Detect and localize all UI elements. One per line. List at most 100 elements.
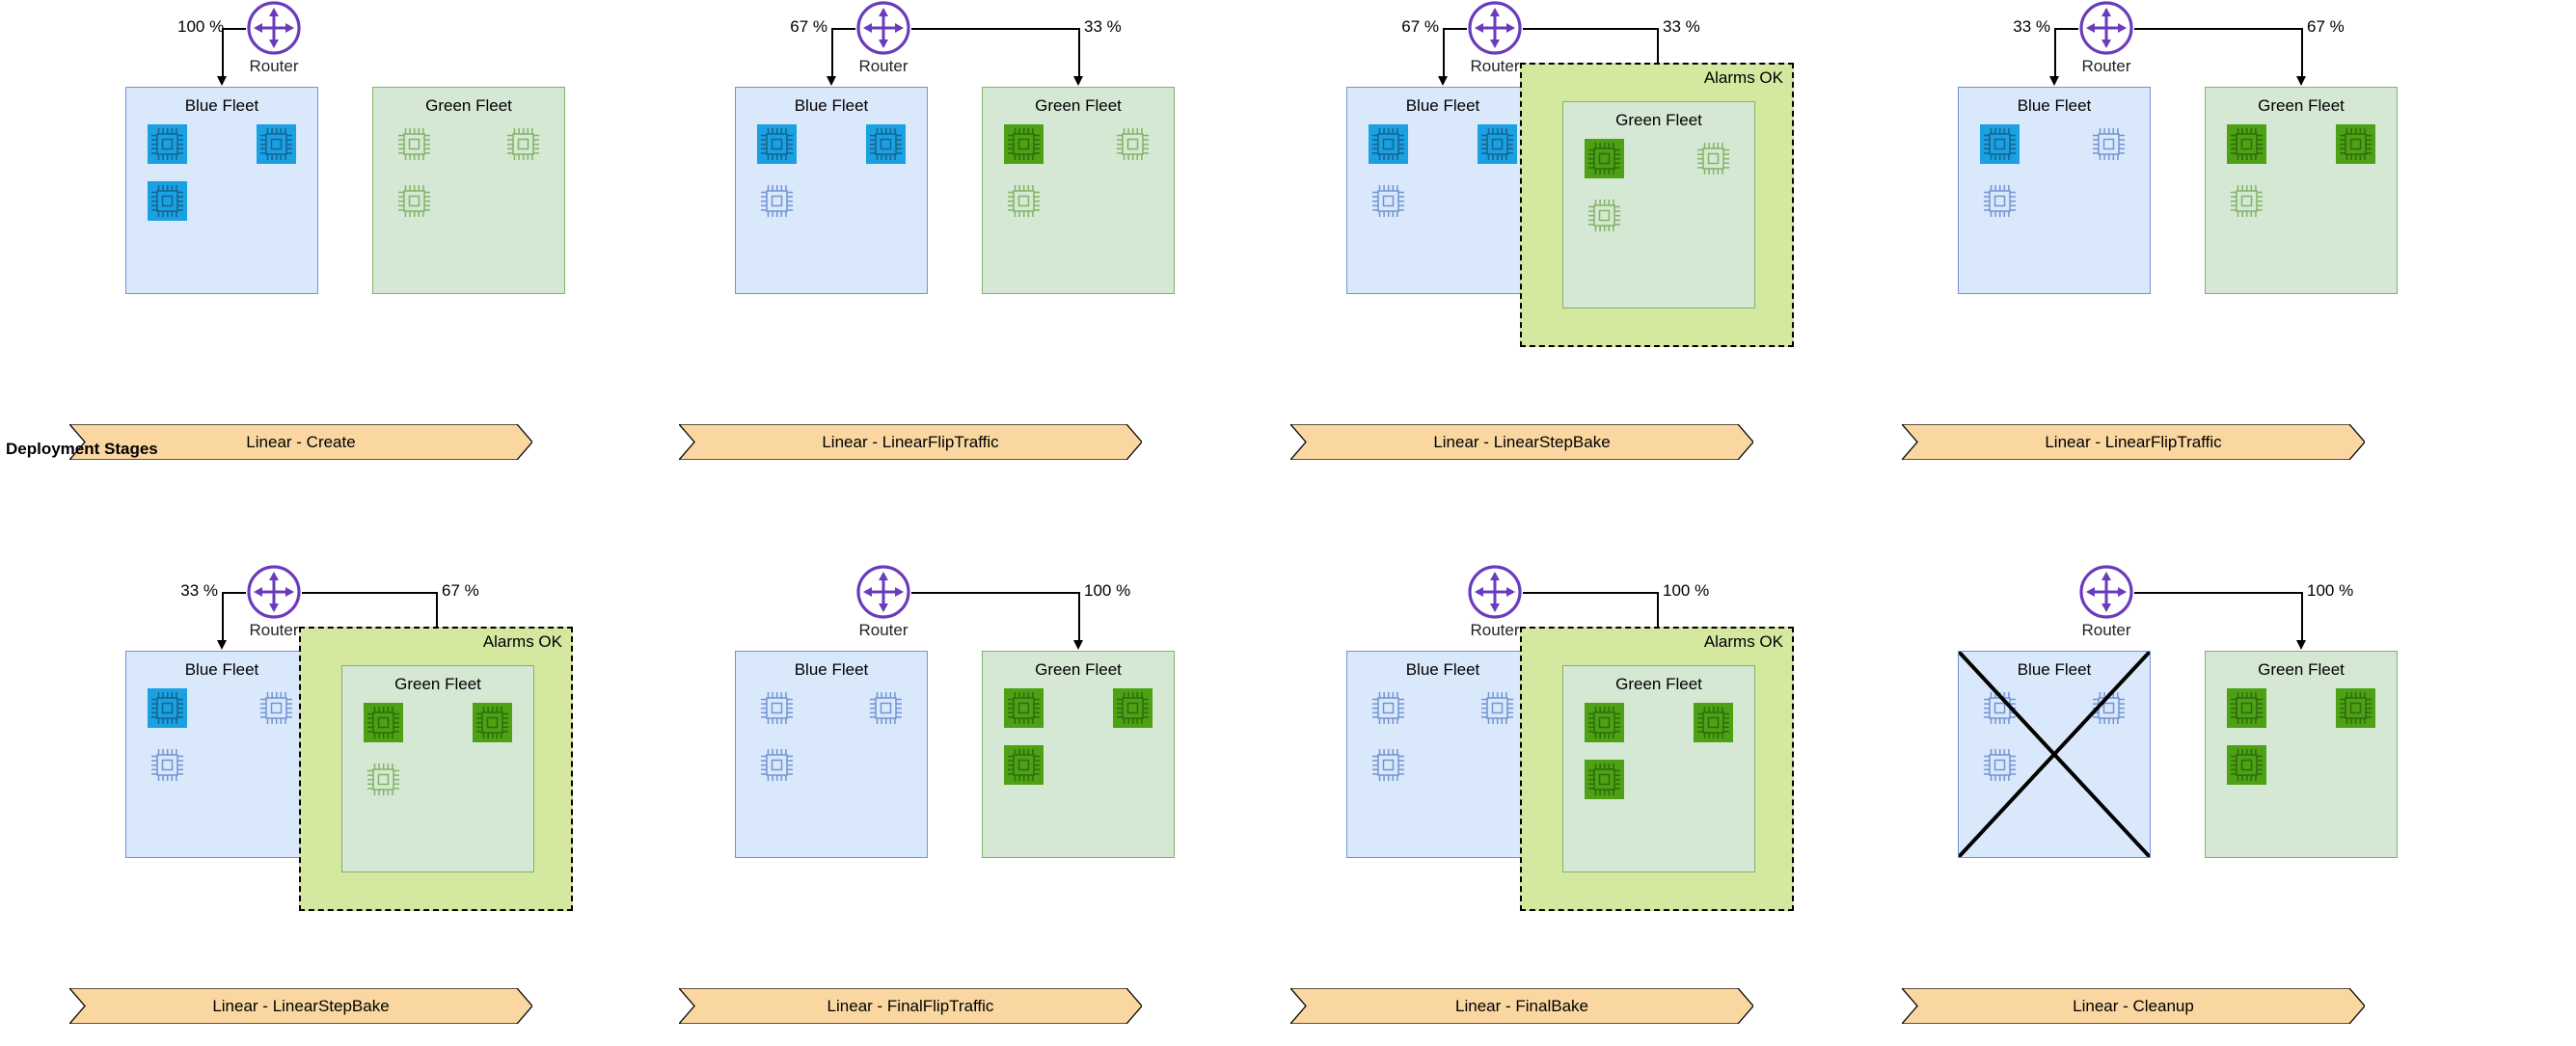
chip-row (1585, 196, 1733, 235)
green-chip-3[interactable] (364, 760, 403, 799)
green-chip-1[interactable] (394, 124, 434, 164)
blue-chip-3[interactable] (1369, 181, 1408, 221)
green-chip-3[interactable] (1585, 760, 1624, 799)
blue-chip-3[interactable] (1980, 745, 2020, 785)
stage-banner[interactable]: Linear - LinearStepBake (69, 988, 532, 1024)
blue-chip-1[interactable] (1369, 688, 1408, 728)
blue-chip-3[interactable] (148, 181, 187, 221)
router-node[interactable]: Router (2078, 564, 2134, 639)
green-chip-2[interactable] (1113, 688, 1152, 728)
router-node[interactable]: Router (246, 564, 302, 639)
green-chip-2[interactable] (2336, 688, 2375, 728)
blue-chip-2[interactable] (257, 124, 296, 164)
blue-chip-3[interactable] (1980, 181, 2020, 221)
green-fleet-box[interactable]: Green Fleet (982, 651, 1175, 858)
blue-fleet-box[interactable]: Blue Fleet (1346, 651, 1539, 858)
green-chip-2[interactable] (473, 703, 512, 742)
green-arrowhead (2296, 640, 2306, 650)
blue-fleet-box[interactable]: Blue Fleet (1346, 87, 1539, 294)
cpu-chip-icon (398, 185, 430, 217)
blue-chip-3[interactable] (1369, 745, 1408, 785)
stage-label: Linear - LinearStepBake (1433, 432, 1611, 451)
blue-fleet-box[interactable]: Blue Fleet (1958, 87, 2151, 294)
green-fleet-box[interactable]: Green Fleet (2205, 87, 2398, 294)
router-node[interactable]: Router (855, 564, 911, 639)
green-fleet-box[interactable]: Green Fleet (1562, 665, 1755, 872)
blue-chip-3[interactable] (757, 745, 797, 785)
green-chip-1[interactable] (1004, 124, 1044, 164)
cpu-chip-icon (473, 703, 512, 742)
green-chip-3[interactable] (2227, 181, 2266, 221)
blue-fleet-box[interactable]: Blue Fleet (735, 87, 928, 294)
stage-banner[interactable]: Linear - LinearFlipTraffic (1902, 424, 2365, 460)
green-fleet-box[interactable]: Green Fleet (372, 87, 565, 294)
green-chip-1[interactable] (2227, 688, 2266, 728)
router-four-way-arrow-icon (247, 565, 301, 619)
green-chip-2[interactable] (503, 124, 543, 164)
blue-arrowhead (217, 76, 227, 86)
green-chip-1[interactable] (364, 703, 403, 742)
blue-fleet-box[interactable]: Blue Fleet (125, 87, 318, 294)
green-fleet-box[interactable]: Green Fleet (982, 87, 1175, 294)
green-chip-1[interactable] (1004, 688, 1044, 728)
green-chip-3[interactable] (2227, 745, 2266, 785)
blue-chip-3[interactable] (757, 181, 797, 221)
blue-fleet-box[interactable]: Blue Fleet (1958, 651, 2151, 858)
chip-row (1004, 124, 1152, 164)
blue-chip-2[interactable] (257, 688, 296, 728)
chip-row (148, 124, 296, 164)
green-chip-1[interactable] (2227, 124, 2266, 164)
blue-fleet-box[interactable]: Blue Fleet (125, 651, 318, 858)
stage-banner[interactable]: Linear - FinalFlipTraffic (679, 988, 1142, 1024)
router-node[interactable]: Router (1467, 0, 1523, 75)
blue-chip-2[interactable] (1478, 688, 1517, 728)
stage-row-2: Router 33 % 67 % Blue Fleet Alarms OK Gr… (0, 564, 2576, 1046)
blue-chip-3[interactable] (148, 745, 187, 785)
router-node[interactable]: Router (2078, 0, 2134, 75)
green-chip-2[interactable] (1113, 124, 1152, 164)
green-fleet-box[interactable]: Green Fleet (1562, 101, 1755, 308)
chip-row (757, 688, 906, 728)
blue-chip-1[interactable] (757, 124, 797, 164)
green-chip-3[interactable] (1004, 745, 1044, 785)
blue-chip-grid (1347, 124, 1538, 221)
green-chip-2[interactable] (2336, 124, 2375, 164)
green-chip-2[interactable] (1694, 703, 1733, 742)
stage-banner[interactable]: Linear - Cleanup (1902, 988, 2365, 1024)
stage-banner[interactable]: Linear - Create (69, 424, 532, 460)
stage-banner[interactable]: Linear - LinearFlipTraffic (679, 424, 1142, 460)
blue-chip-2[interactable] (2089, 688, 2129, 728)
green-chip-2[interactable] (1694, 139, 1733, 178)
stage-banner[interactable]: Linear - LinearStepBake (1290, 424, 1753, 460)
blue-chip-2[interactable] (866, 124, 906, 164)
blue-chip-2[interactable] (2089, 124, 2129, 164)
green-fleet-box[interactable]: Green Fleet (2205, 651, 2398, 858)
cpu-chip-icon (2227, 124, 2266, 164)
blue-chip-1[interactable] (148, 688, 187, 728)
router-node[interactable]: Router (1467, 564, 1523, 639)
chip-row (1369, 181, 1517, 221)
green-chip-3[interactable] (394, 181, 434, 221)
router-node[interactable]: Router (855, 0, 911, 75)
blue-chip-1[interactable] (148, 124, 187, 164)
blue-chip-1[interactable] (1980, 688, 2020, 728)
green-wire-vertical (2301, 28, 2303, 77)
blue-traffic-percent: 67 % (1401, 17, 1439, 36)
blue-arrowhead (2049, 76, 2059, 86)
router-node[interactable]: Router (246, 0, 302, 75)
blue-chip-2[interactable] (1478, 124, 1517, 164)
green-chip-1[interactable] (1585, 703, 1624, 742)
blue-chip-2[interactable] (866, 688, 906, 728)
green-chip-3[interactable] (1004, 181, 1044, 221)
stage-banner[interactable]: Linear - FinalBake (1290, 988, 1753, 1024)
blue-fleet-box[interactable]: Blue Fleet (735, 651, 928, 858)
cpu-chip-icon (761, 185, 793, 217)
green-fleet-box[interactable]: Green Fleet (341, 665, 534, 872)
green-chip-1[interactable] (1585, 139, 1624, 178)
blue-chip-1[interactable] (1369, 124, 1408, 164)
cpu-chip-icon (151, 749, 183, 781)
blue-chip-1[interactable] (757, 688, 797, 728)
green-chip-3[interactable] (1585, 196, 1624, 235)
blue-chip-1[interactable] (1980, 124, 2020, 164)
cpu-chip-icon (1369, 124, 1408, 164)
